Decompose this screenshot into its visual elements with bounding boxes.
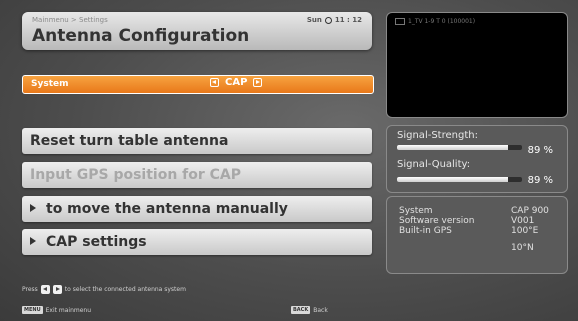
menu-item-label: CAP settings (46, 234, 147, 250)
system-label: System (31, 79, 69, 89)
clock: Sun 11 : 12 (307, 16, 362, 24)
header-panel: Mainmenu > Settings Antenna Configuratio… (22, 12, 372, 50)
left-key-icon (40, 285, 50, 294)
signal-quality-bar (397, 177, 522, 182)
signal-strength-bar (397, 145, 522, 150)
tv-screen: Mainmenu > Settings Antenna Configuratio… (0, 0, 578, 321)
info-software-value: V001 (511, 216, 535, 226)
info-gps-longitude: 100°E (511, 226, 539, 236)
hint-prefix: Press (22, 286, 38, 293)
tv-preview: 1_TV 1-9 T 0 (100001) (386, 12, 568, 118)
footer-exit[interactable]: MENU Exit mainmenu (22, 306, 91, 314)
signal-strength-value: 89 % (527, 145, 553, 156)
system-info-panel: System CAP 900 Software version V001 Bui… (386, 196, 568, 274)
breadcrumb: Mainmenu > Settings (32, 16, 108, 24)
footer-back[interactable]: BACK Back (291, 306, 328, 314)
system-value-selector[interactable]: CAP (210, 77, 263, 88)
menu-key-icon: MENU (22, 306, 43, 314)
tv-icon (395, 18, 405, 25)
clock-icon (324, 16, 332, 24)
back-key-icon: BACK (291, 306, 311, 314)
signal-panel: Signal-Strength: 89 % Signal-Quality: 89… (386, 125, 568, 193)
exit-label: Exit mainmenu (45, 306, 92, 314)
time-label: 11 : 12 (334, 16, 362, 24)
menu-item-label: to move the antenna manually (46, 201, 288, 217)
arrow-left-icon[interactable] (210, 78, 219, 87)
channel-info: 1_TV 1-9 T 0 (100001) (395, 18, 475, 25)
day-label: Sun (306, 16, 322, 24)
page-title: Antenna Configuration (32, 26, 250, 46)
signal-quality-value: 89 % (527, 175, 553, 186)
arrow-right-icon[interactable] (253, 78, 263, 87)
hint-text: to select the connected antenna system (64, 286, 186, 293)
info-gps-latitude: 10°N (511, 243, 534, 253)
signal-strength-fill (397, 145, 509, 150)
chevron-right-icon (30, 204, 36, 212)
info-software-key: Software version (399, 216, 475, 226)
info-system-key: System (399, 206, 433, 216)
menu-item-cap-settings[interactable]: CAP settings (22, 229, 372, 255)
menu-item-label: Input GPS position for CAP (30, 167, 242, 183)
system-selector-row[interactable]: System CAP (22, 75, 374, 94)
signal-strength-label: Signal-Strength: (397, 130, 478, 141)
signal-quality-fill (397, 177, 509, 182)
system-value: CAP (225, 77, 248, 88)
menu-item-move-manually[interactable]: to move the antenna manually (22, 196, 372, 222)
chevron-right-icon (30, 237, 36, 245)
signal-quality-label: Signal-Quality: (397, 159, 471, 170)
menu-item-reset-antenna[interactable]: Reset turn table antenna (22, 128, 372, 154)
info-system-value: CAP 900 (511, 206, 549, 216)
info-gps-key: Built-in GPS (399, 226, 452, 236)
menu-item-label: Reset turn table antenna (30, 133, 229, 149)
back-label: Back (313, 306, 328, 314)
right-key-icon (52, 285, 62, 294)
menu-item-input-gps[interactable]: Input GPS position for CAP (22, 162, 372, 188)
help-hint: Press to select the connected antenna sy… (22, 285, 186, 294)
channel-label: 1_TV 1-9 T 0 (100001) (408, 18, 476, 25)
